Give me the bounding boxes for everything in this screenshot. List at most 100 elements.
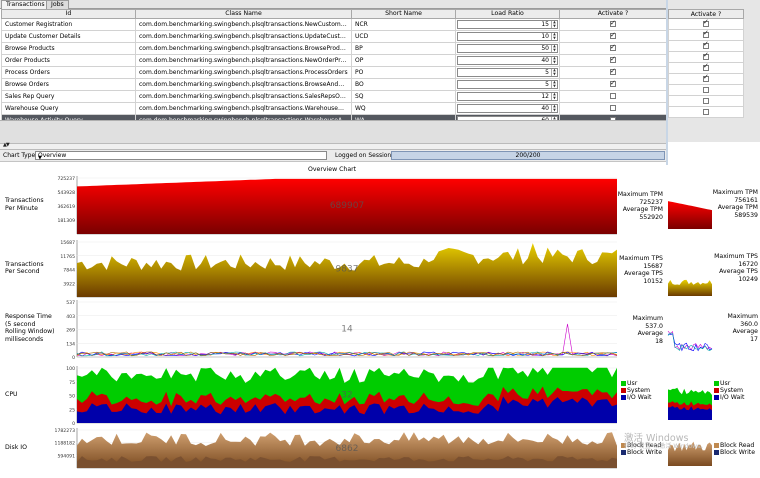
cell-id[interactable]: Process Orders bbox=[1, 66, 136, 79]
load-ratio-value[interactable]: 40 bbox=[458, 104, 551, 114]
cell-class-name[interactable]: com.dom.benchmarking.swingbench.plsqltra… bbox=[135, 30, 352, 43]
y-tick-label: 11765 bbox=[60, 254, 75, 260]
chevron-down-icon[interactable]: ▼ bbox=[38, 154, 324, 162]
table-row[interactable]: Sales Rep Query com.dom.benchmarking.swin… bbox=[1, 90, 667, 103]
cell-short-name[interactable]: PO bbox=[351, 66, 456, 79]
right-activate-checkbox[interactable] bbox=[703, 18, 709, 27]
activate-checkbox[interactable] bbox=[610, 105, 616, 111]
load-ratio-spinner[interactable]: 12 ▲ ▼ bbox=[457, 92, 558, 101]
table-row[interactable]: Update Customer Details com.dom.benchmark… bbox=[1, 30, 667, 43]
legend-swatch bbox=[621, 387, 626, 393]
cell-class-name[interactable]: com.dom.benchmarking.swingbench.plsqltra… bbox=[135, 18, 352, 31]
cell-id[interactable]: Order Products bbox=[1, 54, 136, 67]
legend-swatch bbox=[621, 380, 626, 386]
cell-id[interactable]: Warehouse Query bbox=[1, 102, 136, 115]
right-activate-checkbox[interactable] bbox=[703, 62, 709, 71]
table-row[interactable]: Order Products com.dom.benchmarking.swing… bbox=[1, 54, 667, 67]
right-activate-checkbox[interactable] bbox=[703, 29, 709, 38]
collapse-arrows-icon[interactable]: ▲▼ bbox=[3, 142, 10, 148]
right-cpu-system bbox=[668, 401, 712, 420]
cell-class-name[interactable]: com.dom.benchmarking.swingbench.plsqltra… bbox=[135, 42, 352, 55]
col-header-load-ratio[interactable]: Load Ratio bbox=[455, 9, 560, 19]
cell-short-name[interactable]: BP bbox=[351, 42, 456, 55]
split-divider[interactable]: ▲▼ bbox=[0, 142, 666, 150]
legend-item: Block Read bbox=[714, 442, 755, 449]
cell-class-name[interactable]: com.dom.benchmarking.swingbench.plsqltra… bbox=[135, 102, 352, 115]
cell-id[interactable]: Browse Products bbox=[1, 42, 136, 55]
cell-short-name[interactable]: WQ bbox=[351, 102, 456, 115]
chart-row-stats: Maximum TPM 725237 Average TPM 552920 bbox=[617, 191, 663, 221]
table-row[interactable]: Warehouse Query com.dom.benchmarking.swin… bbox=[1, 102, 667, 115]
cell-short-name[interactable]: BO bbox=[351, 78, 456, 91]
col-header-class-name[interactable]: Class Name bbox=[135, 9, 352, 19]
activate-checkbox[interactable] bbox=[610, 32, 616, 40]
col-header-short-name[interactable]: Short Name bbox=[351, 9, 456, 19]
col-header-id[interactable]: Id bbox=[1, 9, 136, 19]
load-ratio-value[interactable]: 40 bbox=[458, 56, 551, 66]
legend-swatch bbox=[621, 394, 626, 400]
load-ratio-spinner[interactable]: 5 ▲ ▼ bbox=[457, 80, 558, 89]
cell-id[interactable]: Sales Rep Query bbox=[1, 90, 136, 103]
table-row[interactable]: Browse Products com.dom.benchmarking.swin… bbox=[1, 42, 667, 55]
spinner-arrows-icon[interactable]: ▲▼ bbox=[551, 56, 557, 64]
cell-class-name[interactable]: com.dom.benchmarking.swingbench.plsqltra… bbox=[135, 66, 352, 79]
spinner-arrows-icon[interactable]: ▲▼ bbox=[551, 92, 557, 100]
cell-class-name[interactable]: com.dom.benchmarking.swingbench.plsqltra… bbox=[135, 78, 352, 91]
legend-item: I/O Wait bbox=[714, 394, 744, 401]
activate-checkbox[interactable] bbox=[610, 56, 616, 64]
load-ratio-value[interactable]: 10 bbox=[458, 32, 551, 42]
cell-short-name[interactable]: SQ bbox=[351, 90, 456, 103]
transactions-table: Id Class Name Short Name Load Ratio Acti… bbox=[1, 9, 667, 127]
right-cpu-iowait bbox=[668, 406, 712, 420]
cell-class-name[interactable]: com.dom.benchmarking.swingbench.plsqltra… bbox=[135, 54, 352, 67]
chart-type-label: Chart Type bbox=[3, 152, 36, 159]
right-activate-checkbox[interactable] bbox=[703, 40, 709, 49]
tab-jobs[interactable]: Jobs bbox=[46, 0, 69, 9]
cell-short-name[interactable]: OP bbox=[351, 54, 456, 67]
right-activate-checkbox[interactable] bbox=[703, 97, 709, 104]
cell-load-ratio: 50 ▲ ▼ bbox=[455, 42, 560, 55]
activate-checkbox[interactable] bbox=[610, 93, 616, 99]
spinner-arrows-icon[interactable]: ▲▼ bbox=[551, 68, 557, 76]
y-tick-label: 1782273 bbox=[55, 428, 76, 434]
spinner-arrows-icon[interactable]: ▲▼ bbox=[551, 80, 557, 88]
activate-checkbox[interactable] bbox=[610, 44, 616, 52]
table-row[interactable]: Process Orders com.dom.benchmarking.swing… bbox=[1, 66, 667, 79]
spinner-arrows-icon[interactable]: ▲▼ bbox=[551, 104, 557, 112]
right-activate-checkbox[interactable] bbox=[703, 108, 709, 115]
load-ratio-spinner[interactable]: 10 ▲ ▼ bbox=[457, 32, 558, 41]
right-activate-checkbox[interactable] bbox=[703, 51, 709, 60]
y-tick-label: 3922 bbox=[63, 281, 75, 287]
right-activate-checkbox[interactable] bbox=[703, 86, 709, 93]
spinner-arrows-icon[interactable]: ▲▼ bbox=[551, 44, 557, 52]
load-ratio-value[interactable]: 5 bbox=[458, 68, 551, 78]
load-ratio-value[interactable]: 15 bbox=[458, 20, 551, 30]
activate-checkbox[interactable] bbox=[610, 68, 616, 76]
load-ratio-value[interactable]: 5 bbox=[458, 80, 551, 90]
activate-checkbox[interactable] bbox=[610, 80, 616, 88]
load-ratio-spinner[interactable]: 5 ▲ ▼ bbox=[457, 68, 558, 77]
spinner-arrows-icon[interactable]: ▲▼ bbox=[551, 32, 557, 40]
legend-swatch bbox=[714, 442, 719, 448]
load-ratio-spinner[interactable]: 40 ▲ ▼ bbox=[457, 56, 558, 65]
cell-short-name[interactable]: UCD bbox=[351, 30, 456, 43]
load-ratio-spinner[interactable]: 50 ▲ ▼ bbox=[457, 44, 558, 53]
cell-id[interactable]: Update Customer Details bbox=[1, 30, 136, 43]
load-ratio-value[interactable]: 12 bbox=[458, 92, 551, 102]
cell-short-name[interactable]: NCR bbox=[351, 18, 456, 31]
table-row[interactable]: Customer Registration com.dom.benchmarkin… bbox=[1, 18, 667, 31]
table-row[interactable]: Browse Orders com.dom.benchmarking.swingb… bbox=[1, 78, 667, 91]
load-ratio-spinner[interactable]: 15 ▲ ▼ bbox=[457, 20, 558, 29]
cell-id[interactable]: Browse Orders bbox=[1, 78, 136, 91]
cell-id[interactable]: Customer Registration bbox=[1, 18, 136, 31]
col-header-activate[interactable]: Activate ? bbox=[559, 9, 667, 19]
right-activate-checkbox[interactable] bbox=[703, 73, 709, 82]
load-ratio-spinner[interactable]: 40 ▲ ▼ bbox=[457, 104, 558, 113]
spinner-arrows-icon[interactable]: ▲▼ bbox=[551, 20, 557, 28]
tab-transactions[interactable]: Transactions bbox=[1, 0, 50, 9]
chart-type-select[interactable]: Overview ▼ bbox=[35, 151, 327, 162]
load-ratio-value[interactable]: 50 bbox=[458, 44, 551, 54]
activate-checkbox[interactable] bbox=[610, 20, 616, 28]
tps-area bbox=[77, 243, 617, 297]
cell-class-name[interactable]: com.dom.benchmarking.swingbench.plsqltra… bbox=[135, 90, 352, 103]
